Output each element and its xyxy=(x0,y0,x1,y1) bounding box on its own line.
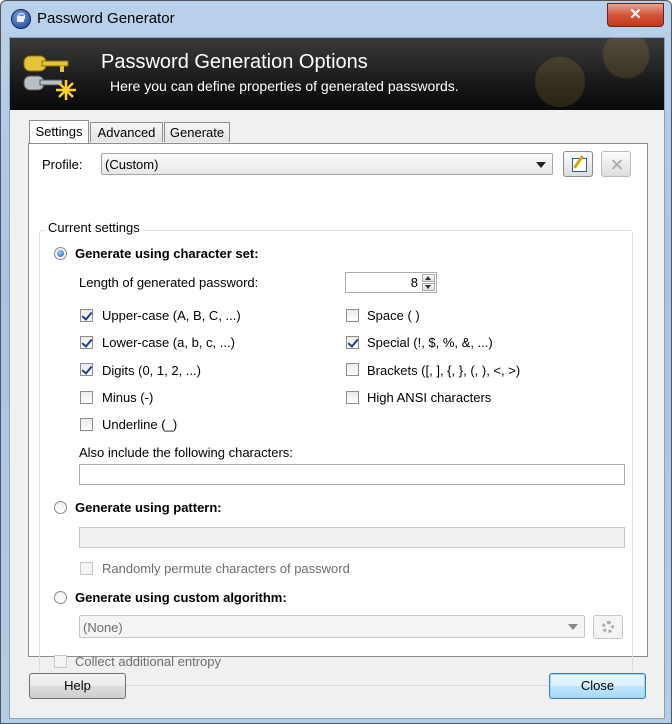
lowercase-checkbox[interactable] xyxy=(80,336,93,349)
space-checkbox[interactable] xyxy=(346,309,359,322)
window-close-button[interactable]: ✕ xyxy=(607,3,664,27)
also-include-label: Also include the following characters: xyxy=(79,445,293,460)
charset-mode-radio[interactable] xyxy=(54,247,67,260)
charset-mode-label: Generate using character set: xyxy=(75,246,259,261)
lock-icon xyxy=(11,9,31,29)
digits-label: Digits (0, 1, 2, ...) xyxy=(102,363,201,378)
underline-label: Underline (_) xyxy=(102,417,178,432)
profile-label: Profile: xyxy=(42,157,83,172)
close-button[interactable]: Close xyxy=(549,673,646,699)
settings-tab-page: Profile: (Custom) Current settings Gener… xyxy=(28,143,648,686)
length-label: Length of generated password: xyxy=(79,275,259,290)
password-generator-window: Password Generator ✕ Password Generation… xyxy=(0,0,672,724)
delete-profile-icon xyxy=(611,159,622,170)
algorithm-value: (None) xyxy=(83,620,123,635)
entropy-checkbox[interactable] xyxy=(54,655,67,668)
banner-title: Password Generation Options xyxy=(101,51,368,73)
permute-label: Randomly permute characters of password xyxy=(102,561,350,576)
edit-profile-button[interactable] xyxy=(563,151,593,177)
banner-subtitle: Here you can define properties of genera… xyxy=(110,78,459,94)
special-label: Special (!, $, %, &, ...) xyxy=(367,335,493,350)
delete-profile-button[interactable] xyxy=(601,151,631,177)
minus-label: Minus (-) xyxy=(102,390,154,405)
permute-checkbox[interactable] xyxy=(80,562,93,575)
edit-profile-icon xyxy=(572,158,587,172)
uppercase-checkbox[interactable] xyxy=(80,309,93,322)
pattern-input[interactable] xyxy=(79,527,625,548)
length-stepper[interactable]: 8 xyxy=(345,272,437,293)
pattern-mode-label: Generate using pattern: xyxy=(75,500,222,515)
title-bar[interactable]: Password Generator ✕ xyxy=(1,1,671,37)
custom-mode-label: Generate using custom algorithm: xyxy=(75,590,287,605)
chevron-down-icon xyxy=(536,162,546,168)
high-ansi-checkbox[interactable] xyxy=(346,391,359,404)
keys-icon xyxy=(23,55,76,100)
space-label: Space ( ) xyxy=(367,308,420,323)
stepper-down-icon[interactable] xyxy=(422,283,435,291)
header-banner: Password Generation Options Here you can… xyxy=(10,38,664,110)
custom-mode-radio[interactable] xyxy=(54,591,67,604)
brackets-checkbox[interactable] xyxy=(346,363,359,376)
algorithm-dropdown[interactable]: (None) xyxy=(79,615,585,638)
tab-settings[interactable]: Settings xyxy=(29,120,89,143)
length-value: 8 xyxy=(410,275,418,290)
pattern-mode-radio[interactable] xyxy=(54,501,67,514)
algorithm-options-button[interactable] xyxy=(593,615,623,639)
special-checkbox[interactable] xyxy=(346,336,359,349)
brackets-label: Brackets ([, ], {, }, (, ), <, >) xyxy=(367,363,521,378)
current-settings-title: Current settings xyxy=(45,220,143,235)
high-ansi-label: High ANSI characters xyxy=(367,390,492,405)
entropy-label: Collect additional entropy xyxy=(75,654,221,669)
banner-decoration xyxy=(450,38,664,110)
tab-advanced[interactable]: Advanced xyxy=(90,122,163,142)
profile-dropdown[interactable]: (Custom) xyxy=(101,153,553,175)
gear-icon xyxy=(602,621,614,633)
underline-checkbox[interactable] xyxy=(80,418,93,431)
profile-value: (Custom) xyxy=(105,157,159,172)
lowercase-label: Lower-case (a, b, c, ...) xyxy=(102,335,235,350)
help-button[interactable]: Help xyxy=(29,673,126,699)
tab-generate[interactable]: Generate xyxy=(164,122,230,142)
window-title: Password Generator xyxy=(37,10,175,27)
minus-checkbox[interactable] xyxy=(80,391,93,404)
stepper-up-icon[interactable] xyxy=(422,274,435,282)
also-include-input[interactable] xyxy=(79,464,625,485)
uppercase-label: Upper-case (A, B, C, ...) xyxy=(102,308,241,323)
chevron-down-icon xyxy=(568,624,578,630)
dialog-body: Password Generation Options Here you can… xyxy=(9,37,665,719)
digits-checkbox[interactable] xyxy=(80,363,93,376)
